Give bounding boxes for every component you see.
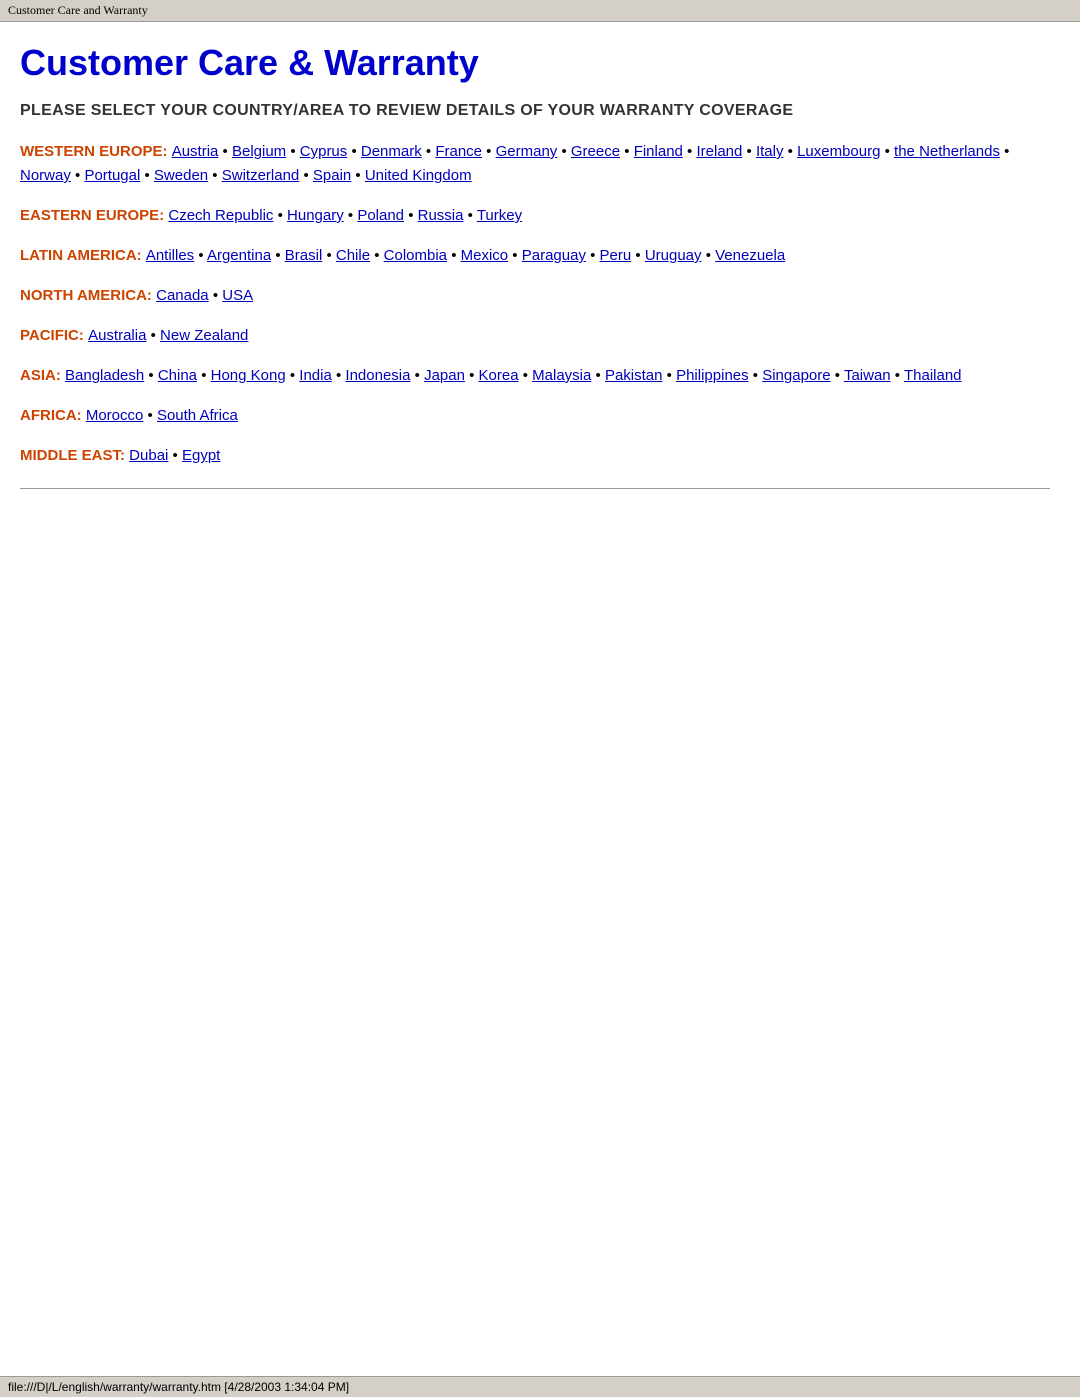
country-link-belgium[interactable]: Belgium — [232, 143, 286, 160]
country-link-japan[interactable]: Japan — [424, 367, 465, 384]
country-link-morocco[interactable]: Morocco — [86, 407, 144, 424]
country-link-turkey[interactable]: Turkey — [477, 207, 522, 224]
region-label-pacific: PACIFIC: — [20, 327, 88, 344]
region-block-middle-east: MIDDLE EAST: Dubai • Egypt — [20, 444, 1050, 468]
country-link-luxembourg[interactable]: Luxembourg — [797, 143, 880, 160]
country-link-bangladesh[interactable]: Bangladesh — [65, 367, 144, 384]
country-link-hungary[interactable]: Hungary — [287, 207, 344, 224]
country-link-portugal[interactable]: Portugal — [84, 167, 140, 184]
country-link-uruguay[interactable]: Uruguay — [645, 247, 702, 264]
country-link-thailand[interactable]: Thailand — [904, 367, 962, 384]
country-link-norway[interactable]: Norway — [20, 167, 71, 184]
title-bar: Customer Care and Warranty — [0, 0, 1080, 22]
country-link-poland[interactable]: Poland — [357, 207, 404, 224]
country-link-malaysia[interactable]: Malaysia — [532, 367, 591, 384]
country-link-switzerland[interactable]: Switzerland — [222, 167, 300, 184]
status-bar: file:///D|/L/english/warranty/warranty.h… — [0, 1376, 1080, 1397]
region-block-western-europe: WESTERN EUROPE: Austria • Belgium • Cypr… — [20, 140, 1050, 188]
country-link-indonesia[interactable]: Indonesia — [345, 367, 410, 384]
region-block-latin-america: LATIN AMERICA: Antilles • Argentina • Br… — [20, 244, 1050, 268]
country-link-canada[interactable]: Canada — [156, 287, 209, 304]
region-block-pacific: PACIFIC: Australia • New Zealand — [20, 324, 1050, 348]
country-link-denmark[interactable]: Denmark — [361, 143, 422, 160]
region-label-africa: AFRICA: — [20, 407, 86, 424]
country-link-taiwan[interactable]: Taiwan — [844, 367, 891, 384]
country-link-the-netherlands[interactable]: the Netherlands — [894, 143, 1000, 160]
country-link-antilles[interactable]: Antilles — [146, 247, 194, 264]
country-link-india[interactable]: India — [299, 367, 332, 384]
country-link-greece[interactable]: Greece — [571, 143, 620, 160]
status-bar-text: file:///D|/L/english/warranty/warranty.h… — [8, 1380, 349, 1394]
country-link-argentina[interactable]: Argentina — [207, 247, 271, 264]
region-label-north-america: NORTH AMERICA: — [20, 287, 156, 304]
country-link-venezuela[interactable]: Venezuela — [715, 247, 785, 264]
country-link-pakistan[interactable]: Pakistan — [605, 367, 663, 384]
country-link-austria[interactable]: Austria — [172, 143, 219, 160]
country-link-philippines[interactable]: Philippines — [676, 367, 749, 384]
region-label-western-europe: WESTERN EUROPE: — [20, 143, 172, 160]
country-link-mexico[interactable]: Mexico — [461, 247, 509, 264]
country-link-sweden[interactable]: Sweden — [154, 167, 208, 184]
separator — [20, 488, 1050, 489]
country-link-china[interactable]: China — [158, 367, 197, 384]
country-link-brasil[interactable]: Brasil — [285, 247, 323, 264]
country-link-chile[interactable]: Chile — [336, 247, 370, 264]
main-content: Customer Care & Warranty PLEASE SELECT Y… — [0, 22, 1080, 559]
country-link-australia[interactable]: Australia — [88, 327, 146, 344]
country-link-paraguay[interactable]: Paraguay — [522, 247, 586, 264]
page-title: Customer Care & Warranty — [20, 42, 1050, 84]
country-link-italy[interactable]: Italy — [756, 143, 784, 160]
region-block-asia: ASIA: Bangladesh • China • Hong Kong • I… — [20, 364, 1050, 388]
country-link-russia[interactable]: Russia — [418, 207, 464, 224]
country-link-colombia[interactable]: Colombia — [384, 247, 447, 264]
country-link-singapore[interactable]: Singapore — [762, 367, 830, 384]
country-link-czech-republic[interactable]: Czech Republic — [168, 207, 273, 224]
region-block-north-america: NORTH AMERICA: Canada • USA — [20, 284, 1050, 308]
country-link-egypt[interactable]: Egypt — [182, 447, 220, 464]
country-link-finland[interactable]: Finland — [634, 143, 683, 160]
region-label-eastern-europe: EASTERN EUROPE: — [20, 207, 168, 224]
title-bar-label: Customer Care and Warranty — [8, 3, 148, 17]
country-link-cyprus[interactable]: Cyprus — [300, 143, 348, 160]
country-link-new-zealand[interactable]: New Zealand — [160, 327, 248, 344]
country-link-spain[interactable]: Spain — [313, 167, 351, 184]
country-link-usa[interactable]: USA — [222, 287, 253, 304]
region-label-asia: ASIA: — [20, 367, 65, 384]
regions-container: WESTERN EUROPE: Austria • Belgium • Cypr… — [20, 140, 1050, 468]
country-link-dubai[interactable]: Dubai — [129, 447, 168, 464]
region-label-middle-east: MIDDLE EAST: — [20, 447, 129, 464]
region-block-eastern-europe: EASTERN EUROPE: Czech Republic • Hungary… — [20, 204, 1050, 228]
country-link-united-kingdom[interactable]: United Kingdom — [365, 167, 472, 184]
country-link-south-africa[interactable]: South Africa — [157, 407, 238, 424]
country-link-ireland[interactable]: Ireland — [696, 143, 742, 160]
region-label-latin-america: LATIN AMERICA: — [20, 247, 146, 264]
country-link-korea[interactable]: Korea — [479, 367, 519, 384]
country-link-hong-kong[interactable]: Hong Kong — [211, 367, 286, 384]
country-link-peru[interactable]: Peru — [600, 247, 632, 264]
country-link-france[interactable]: France — [435, 143, 482, 160]
region-block-africa: AFRICA: Morocco • South Africa — [20, 404, 1050, 428]
country-link-germany[interactable]: Germany — [496, 143, 558, 160]
page-subtitle: PLEASE SELECT YOUR COUNTRY/AREA TO REVIE… — [20, 102, 1050, 120]
